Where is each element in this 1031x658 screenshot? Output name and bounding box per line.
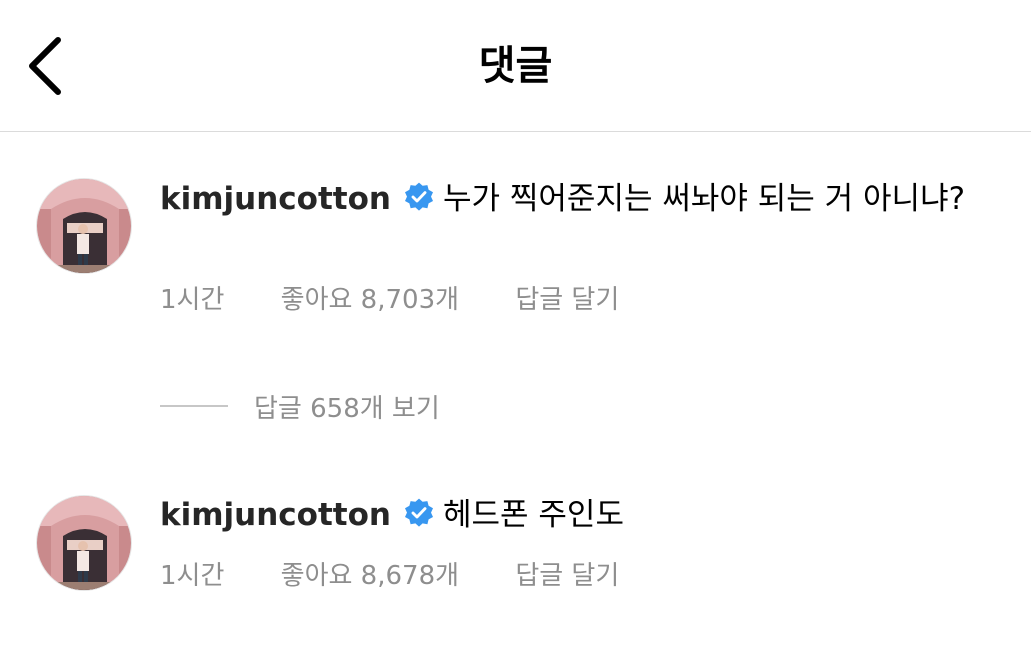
comment-body: kimjuncotton 누가 찍어준지는 써놔야 되는 거 아니냐? xyxy=(160,178,971,220)
avatar[interactable] xyxy=(36,495,132,591)
avatar[interactable] xyxy=(36,178,132,274)
comment-time: 1시간 xyxy=(160,561,225,591)
view-replies-label: 답글 658개 보기 xyxy=(254,393,440,424)
divider-line xyxy=(160,405,228,407)
reply-button[interactable]: 답글 달기 xyxy=(515,282,619,318)
view-replies-button[interactable]: 답글 658개 보기 xyxy=(160,386,440,426)
comment-meta: 1시간 좋아요 8,678개 답글 달기 xyxy=(160,558,619,594)
comment-time: 1시간 xyxy=(160,285,225,315)
comment-text: 헤드폰 주인도 xyxy=(443,497,624,533)
header: 댓글 xyxy=(0,0,1031,132)
reply-button[interactable]: 답글 달기 xyxy=(515,558,619,594)
comment-likes[interactable]: 좋아요 8,678개 xyxy=(281,558,459,594)
page-title: 댓글 xyxy=(478,43,553,89)
comment-likes[interactable]: 좋아요 8,703개 xyxy=(281,282,459,318)
comment-meta: 1시간 좋아요 8,703개 답글 달기 xyxy=(160,282,619,318)
verified-badge-icon xyxy=(405,498,433,527)
comment-username[interactable]: kimjuncotton xyxy=(160,181,391,217)
comment-username[interactable]: kimjuncotton xyxy=(160,497,391,533)
comment-body: kimjuncotton 헤드폰 주인도 xyxy=(160,494,971,536)
verified-badge-icon xyxy=(405,182,433,211)
comment-text: 누가 찍어준지는 써놔야 되는 거 아니냐? xyxy=(443,181,966,217)
